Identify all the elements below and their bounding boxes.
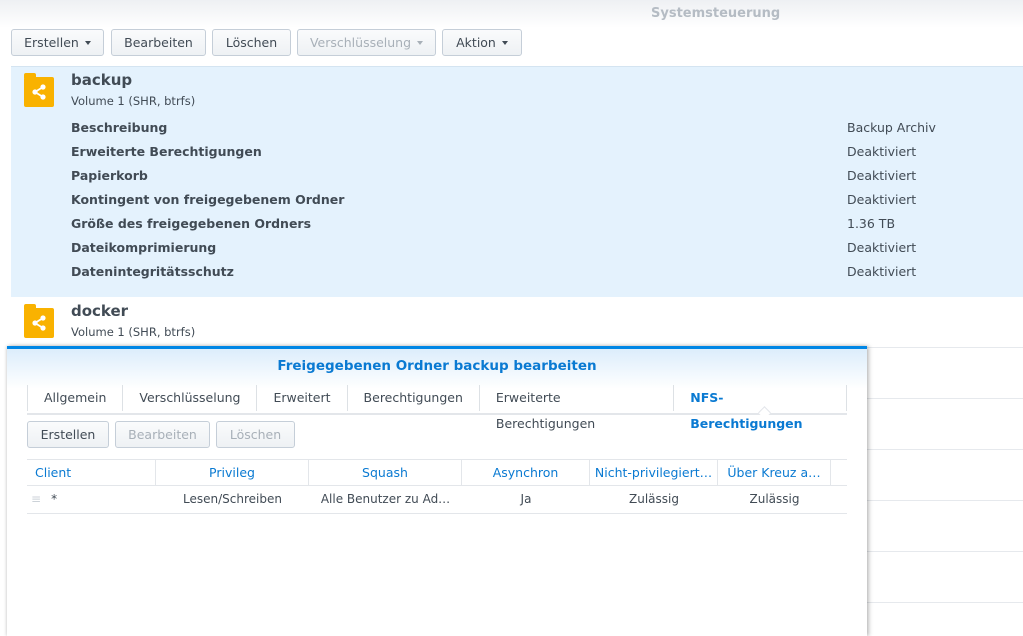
nfs-rules-table: Client Privileg Squash Asynchron Nicht-p…	[27, 459, 847, 514]
property-row: Datenintegritätsschutz Deaktiviert	[71, 264, 917, 279]
row-divider	[867, 500, 1023, 501]
drag-handle-icon[interactable]: ≡	[31, 492, 41, 506]
shared-folder-icon	[24, 73, 54, 107]
caret-down-icon	[501, 40, 508, 45]
row-divider	[867, 449, 1023, 450]
cell-non-privileged: Zulässig	[629, 492, 679, 506]
caret-down-icon	[84, 40, 91, 45]
table-row[interactable]: ≡ * Lesen/Schreiben Alle Benutzer zu Ad… …	[27, 486, 847, 514]
folder-name[interactable]: docker	[71, 302, 128, 320]
cell-squash: Alle Benutzer zu Ad…	[320, 492, 451, 506]
tab-advanced[interactable]: Erweitert	[257, 385, 348, 411]
table-header: Client Privileg Squash Asynchron Nicht-p…	[27, 459, 847, 486]
create-label: Erstellen	[24, 35, 79, 50]
column-async[interactable]: Asynchron	[462, 460, 590, 485]
row-divider	[867, 602, 1023, 603]
title-bar	[0, 0, 1023, 28]
action-button[interactable]: Aktion	[442, 29, 522, 56]
property-row: Beschreibung Backup Archiv	[71, 120, 936, 135]
edit-button[interactable]: Bearbeiten	[111, 29, 206, 56]
cell-client: *	[51, 492, 58, 506]
row-divider	[867, 551, 1023, 552]
tab-encryption[interactable]: Verschlüsselung	[123, 385, 258, 411]
folder-volume: Volume 1 (SHR, btrfs)	[71, 94, 196, 108]
tab-general[interactable]: Allgemein	[27, 385, 124, 411]
cell-privilege: Lesen/Schreiben	[183, 492, 282, 506]
caret-down-icon	[417, 40, 424, 45]
window-title: Systemsteuerung	[651, 6, 781, 21]
column-cross-mount[interactable]: Über Kreuz a…	[718, 460, 831, 485]
action-label: Aktion	[456, 35, 496, 50]
encryption-button[interactable]: Verschlüsselung	[297, 29, 436, 56]
dialog-tabs: Allgemein Verschlüsselung Erweitert Bere…	[27, 382, 847, 431]
column-privilege[interactable]: Privileg	[156, 460, 309, 485]
encryption-label: Verschlüsselung	[309, 35, 412, 50]
column-non-privileged[interactable]: Nicht-privilegiert…	[590, 460, 718, 485]
property-row: Größe des freigegebenen Ordners 1.36 TB	[71, 216, 896, 231]
cell-cross-mount: Zulässig	[749, 492, 800, 506]
column-squash[interactable]: Squash	[309, 460, 462, 485]
nfs-create-button[interactable]: Erstellen	[27, 421, 109, 448]
cell-async: Ja	[520, 492, 532, 506]
property-row: Papierkorb Deaktiviert	[71, 168, 917, 183]
folder-name: backup	[71, 71, 133, 89]
row-divider	[867, 347, 1023, 348]
tab-advanced-permissions[interactable]: Erweiterte Berechtigungen	[480, 385, 675, 431]
nfs-delete-button[interactable]: Löschen	[216, 421, 295, 448]
shared-folder-icon	[24, 304, 54, 338]
delete-button[interactable]: Löschen	[212, 29, 291, 56]
row-divider	[867, 398, 1023, 399]
edit-folder-dialog: Freigegebenen Ordner backup bearbeiten A…	[7, 346, 867, 636]
folder-volume: Volume 1 (SHR, btrfs)	[71, 325, 196, 339]
column-client[interactable]: Client	[27, 460, 156, 485]
tab-permissions[interactable]: Berechtigungen	[348, 385, 480, 411]
nfs-edit-button[interactable]: Bearbeiten	[115, 421, 210, 448]
property-row: Kontingent von freigegebenem Ordner Deakt…	[71, 192, 917, 207]
property-row: Erweiterte Berechtigungen Deaktiviert	[71, 144, 917, 159]
create-button[interactable]: Erstellen	[11, 29, 104, 56]
tab-nfs-permissions[interactable]: NFS-Berechtigungen	[674, 385, 847, 431]
property-row: Dateikomprimierung Deaktiviert	[71, 240, 917, 255]
